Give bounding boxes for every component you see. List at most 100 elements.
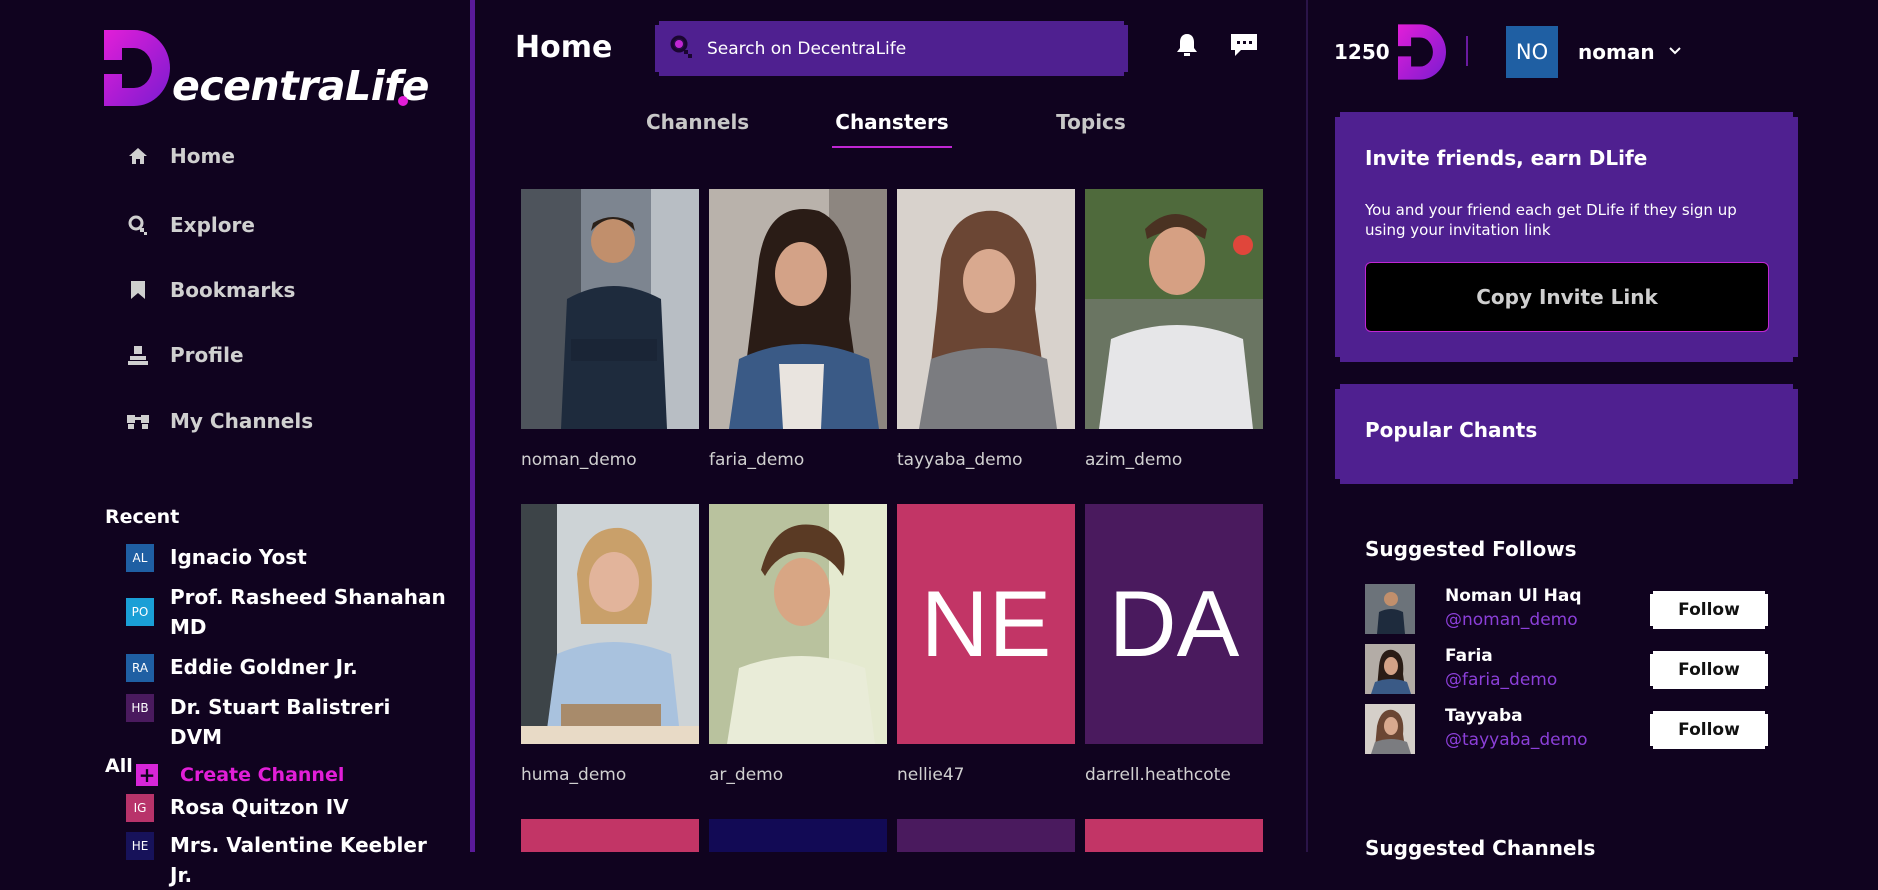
notifications-bell-icon[interactable] bbox=[1172, 30, 1202, 60]
chanster-name: faria_demo bbox=[709, 450, 805, 470]
suggested-follows-title: Suggested Follows bbox=[1365, 537, 1577, 561]
recent-item[interactable]: AL Ignacio Yost bbox=[126, 542, 446, 572]
plus-icon: + bbox=[136, 763, 158, 787]
suggested-follow-row: Noman Ul Haq @noman_demo Follow bbox=[1365, 584, 1775, 636]
logo-text: ecentraLife bbox=[172, 62, 429, 110]
invite-panel: Invite friends, earn DLife You and your … bbox=[1335, 112, 1798, 362]
avatar: PO bbox=[126, 598, 154, 626]
chanster-photo bbox=[897, 189, 1075, 429]
chanster-card[interactable]: DA darrell.heathcote bbox=[1085, 504, 1263, 785]
create-channel-button[interactable]: + Create Channel bbox=[136, 763, 344, 787]
all-item-name: Mrs. Valentine Keebler Jr. bbox=[170, 833, 427, 887]
suggested-channels-title: Suggested Channels bbox=[1365, 836, 1596, 860]
chanster-card-partial[interactable] bbox=[1085, 819, 1263, 852]
recent-item-name: Dr. Stuart Balistreri DVM bbox=[170, 695, 391, 749]
chanster-photo bbox=[521, 189, 699, 429]
recent-item[interactable]: RA Eddie Goldner Jr. bbox=[126, 652, 446, 682]
avatar[interactable] bbox=[1365, 584, 1415, 634]
tab-topics[interactable]: Topics bbox=[1050, 110, 1132, 134]
search-box[interactable] bbox=[655, 21, 1128, 76]
chanster-card[interactable]: huma_demo bbox=[521, 504, 699, 785]
recent-item[interactable]: PO Prof. Rasheed Shanahan MD bbox=[126, 582, 446, 642]
all-title: All bbox=[105, 755, 133, 777]
follow-name: Faria bbox=[1445, 646, 1493, 666]
all-item-name: Rosa Quitzon IV bbox=[170, 795, 349, 819]
right-divider bbox=[1306, 0, 1308, 852]
nav-my-channels[interactable]: My Channels bbox=[126, 409, 313, 433]
avatar[interactable] bbox=[1365, 644, 1415, 694]
nav-explore-label: Explore bbox=[170, 213, 255, 237]
nav-home[interactable]: Home bbox=[126, 144, 235, 168]
tab-channels[interactable]: Channels bbox=[646, 110, 749, 134]
recent-item-name: Prof. Rasheed Shanahan MD bbox=[170, 585, 446, 639]
chanster-photo bbox=[709, 504, 887, 744]
nav-profile[interactable]: Profile bbox=[126, 343, 244, 367]
popular-chants-panel: Popular Chants bbox=[1335, 384, 1798, 484]
chanster-name: ar_demo bbox=[709, 765, 784, 785]
chanster-card-partial[interactable] bbox=[709, 819, 887, 852]
follow-name: Tayyaba bbox=[1445, 706, 1523, 726]
nav-explore[interactable]: Explore bbox=[126, 213, 255, 237]
nav-home-label: Home bbox=[170, 144, 235, 168]
nav-profile-label: Profile bbox=[170, 343, 244, 367]
left-sidebar: ecentraLife Home Explore Bookmarks Profi… bbox=[0, 0, 470, 887]
invite-description: You and your friend each get DLife if th… bbox=[1365, 201, 1737, 239]
suggested-follow-row: Faria @faria_demo Follow bbox=[1365, 644, 1775, 696]
popular-chants-title: Popular Chants bbox=[1365, 418, 1538, 442]
chanster-card-partial[interactable] bbox=[521, 819, 699, 852]
recent-item-name: Eddie Goldner Jr. bbox=[170, 655, 358, 679]
all-item[interactable]: IG Rosa Quitzon IV bbox=[126, 792, 446, 822]
page-title: Home bbox=[515, 30, 613, 65]
avatar: HE bbox=[126, 832, 154, 860]
chanster-photo bbox=[709, 189, 887, 429]
tab-chansters[interactable]: Chansters bbox=[832, 110, 952, 134]
chanster-card[interactable]: faria_demo bbox=[709, 189, 887, 470]
all-item[interactable]: HE Mrs. Valentine Keebler Jr. bbox=[126, 830, 446, 890]
home-icon bbox=[126, 144, 150, 168]
follow-button[interactable]: Follow bbox=[1650, 651, 1768, 689]
chanster-card[interactable]: NE nellie47 bbox=[897, 504, 1075, 785]
channels-icon bbox=[126, 409, 150, 433]
avatar: HB bbox=[126, 694, 154, 722]
username[interactable]: noman bbox=[1578, 40, 1655, 64]
profile-icon bbox=[126, 343, 150, 367]
chanster-name: darrell.heathcote bbox=[1085, 765, 1231, 785]
avatar[interactable] bbox=[1365, 704, 1415, 754]
chanster-name: huma_demo bbox=[521, 765, 627, 785]
recent-item[interactable]: HB Dr. Stuart Balistreri DVM bbox=[126, 692, 446, 752]
copy-invite-link-button[interactable]: Copy Invite Link bbox=[1365, 262, 1769, 332]
nav-my-channels-label: My Channels bbox=[170, 409, 314, 433]
chanster-card[interactable]: tayyaba_demo bbox=[897, 189, 1075, 470]
sidebar-divider bbox=[470, 0, 475, 852]
follow-handle[interactable]: @noman_demo bbox=[1445, 610, 1578, 630]
chanster-card[interactable]: azim_demo bbox=[1085, 189, 1263, 470]
chanster-card-partial[interactable] bbox=[897, 819, 1075, 852]
chanster-name: noman_demo bbox=[521, 450, 637, 470]
search-input[interactable] bbox=[705, 38, 1109, 60]
avatar: IG bbox=[126, 794, 154, 822]
recent-item-name: Ignacio Yost bbox=[170, 545, 307, 569]
follow-button[interactable]: Follow bbox=[1650, 591, 1768, 629]
follow-button[interactable]: Follow bbox=[1650, 711, 1768, 749]
dlife-token-icon bbox=[1398, 24, 1446, 80]
messages-icon[interactable] bbox=[1229, 30, 1259, 60]
user-avatar[interactable]: NO bbox=[1506, 26, 1558, 78]
suggested-follow-row: Tayyaba @tayyaba_demo Follow bbox=[1365, 704, 1775, 756]
chanster-name: nellie47 bbox=[897, 765, 965, 785]
bookmark-icon bbox=[126, 278, 150, 302]
search-icon bbox=[669, 34, 695, 64]
chanster-initials: NE bbox=[920, 571, 1052, 676]
follow-name: Noman Ul Haq bbox=[1445, 586, 1582, 606]
chanster-card[interactable]: noman_demo bbox=[521, 189, 699, 470]
dlife-balance: 1250 bbox=[1334, 40, 1390, 64]
nav-bookmarks[interactable]: Bookmarks bbox=[126, 278, 295, 302]
logo-dot bbox=[398, 96, 408, 106]
logo-d-icon bbox=[104, 30, 170, 106]
follow-handle[interactable]: @tayyaba_demo bbox=[1445, 730, 1588, 750]
avatar: AL bbox=[126, 544, 154, 572]
recent-title: Recent bbox=[105, 506, 180, 528]
chanster-card[interactable]: ar_demo bbox=[709, 504, 887, 785]
chevron-down-icon[interactable] bbox=[1667, 42, 1683, 58]
nav-bookmarks-label: Bookmarks bbox=[170, 278, 296, 302]
follow-handle[interactable]: @faria_demo bbox=[1445, 670, 1557, 690]
